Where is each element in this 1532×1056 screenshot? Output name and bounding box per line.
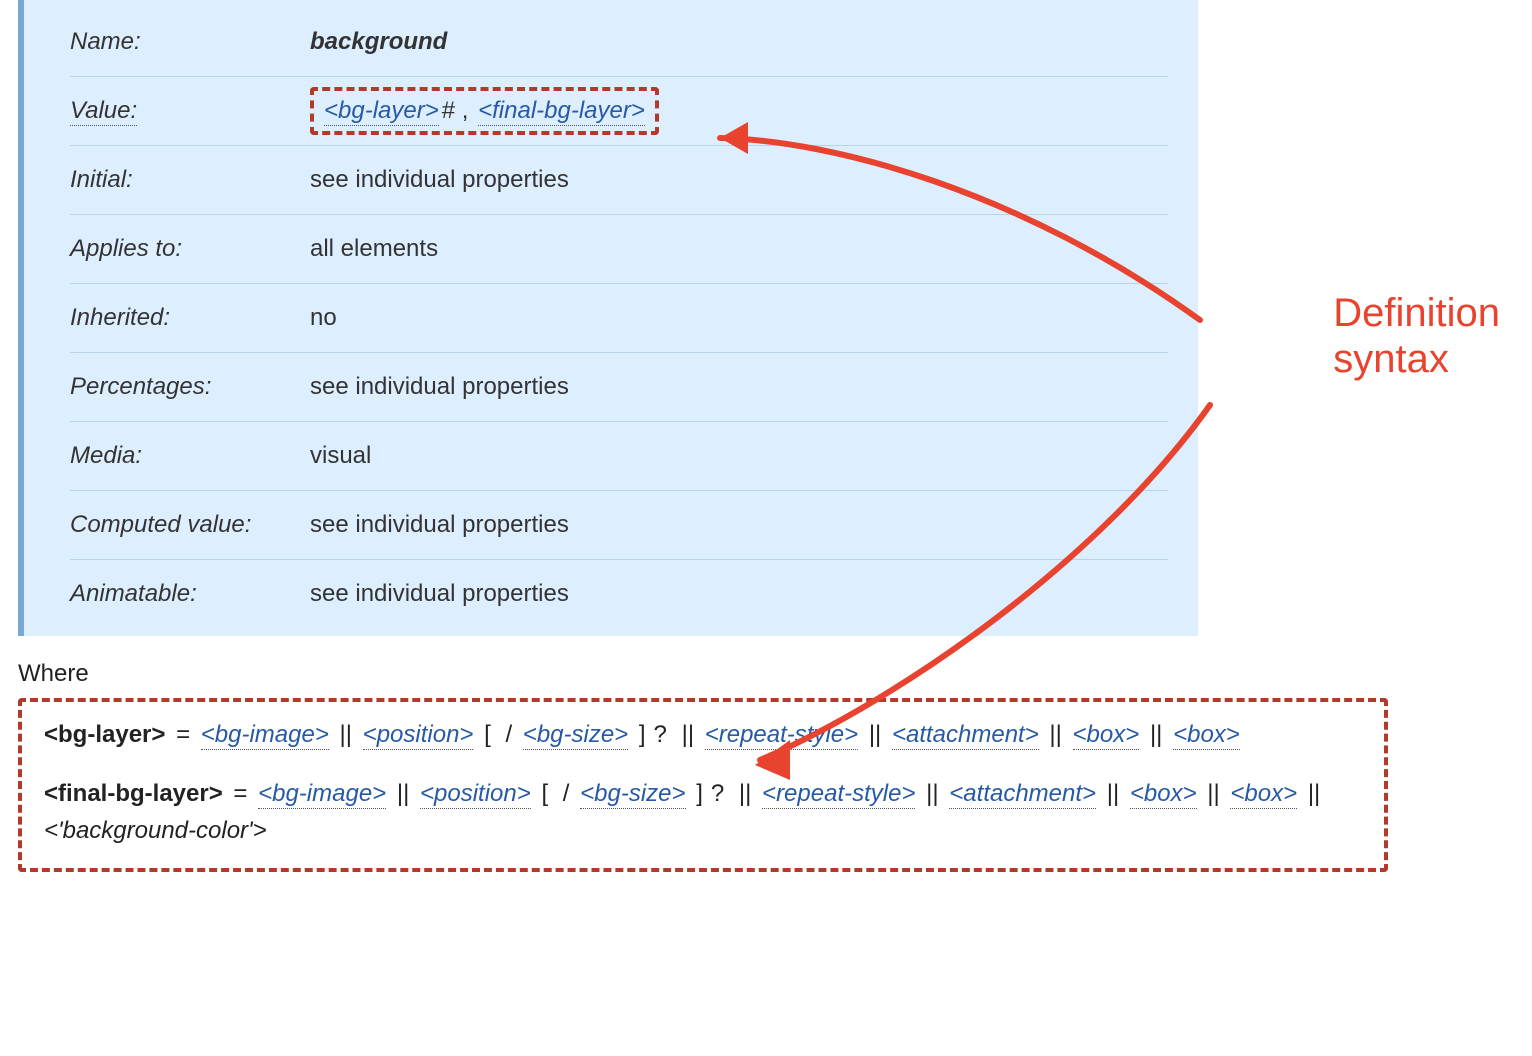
propdef-value: visual <box>310 442 1168 470</box>
propdef-label: Initial: <box>70 166 310 194</box>
propdef-value: see individual properties <box>310 511 1168 539</box>
propdef-row-computed-value: Computed value: see individual propertie… <box>70 490 1168 559</box>
propdef-value: see individual properties <box>310 373 1168 401</box>
syntax-link-box[interactable]: <box> <box>1073 721 1140 750</box>
where-line-bg-layer: <bg-layer> = <bg-image> || <position> [ … <box>44 716 1362 753</box>
propdef-row-media: Media: visual <box>70 421 1168 490</box>
syntax-link-box[interactable]: <box> <box>1173 721 1240 750</box>
syntax-link-attachment[interactable]: <attachment> <box>892 721 1039 750</box>
syntax-link-bg-size[interactable]: <bg-size> <box>523 721 628 750</box>
syntax-link-position[interactable]: <position> <box>363 721 474 750</box>
annotation-definition-syntax: Definition syntax <box>1333 290 1500 382</box>
property-definition-table: Name: background Value: <bg-layer># , <f… <box>18 0 1198 636</box>
syntax-link-box[interactable]: <box> <box>1230 780 1297 809</box>
propdef-row-applies-to: Applies to: all elements <box>70 214 1168 283</box>
where-lhs: <final-bg-layer> <box>44 780 223 807</box>
propdef-value: all elements <box>310 235 1168 263</box>
annotation-line2: syntax <box>1333 337 1449 381</box>
propdef-row-value: Value: <bg-layer># , <final-bg-layer> <box>70 76 1168 145</box>
propdef-value: no <box>310 304 1168 332</box>
syntax-link-bg-image[interactable]: <bg-image> <box>201 721 329 750</box>
propdef-label: Animatable: <box>70 580 310 608</box>
propdef-label: Computed value: <box>70 511 310 539</box>
propdef-row-percentages: Percentages: see individual properties <box>70 352 1168 421</box>
propdef-value-name: background <box>310 28 1168 56</box>
annotation-line1: Definition <box>1333 291 1500 335</box>
syntax-link-final-bg-layer[interactable]: <final-bg-layer> <box>478 97 645 126</box>
syntax-link-bg-image[interactable]: <bg-image> <box>258 780 386 809</box>
syntax-highlight-box: <bg-layer># , <final-bg-layer> <box>310 87 659 135</box>
syntax-link-bg-size[interactable]: <bg-size> <box>580 780 685 809</box>
propdef-value: see individual properties <box>310 580 1168 608</box>
where-heading: Where <box>18 660 1514 688</box>
propdef-row-animatable: Animatable: see individual properties <box>70 559 1168 628</box>
where-lhs: <bg-layer> <box>44 721 165 748</box>
syntax-link-position[interactable]: <position> <box>420 780 531 809</box>
propdef-label: Applies to: <box>70 235 310 263</box>
propdef-row-name: Name: background <box>70 8 1168 76</box>
syntax-text: # , <box>442 97 475 124</box>
propdef-label: Inherited: <box>70 304 310 332</box>
where-syntax-box: <bg-layer> = <bg-image> || <position> [ … <box>18 698 1388 872</box>
syntax-link-attachment[interactable]: <attachment> <box>949 780 1096 809</box>
propdef-value: see individual properties <box>310 166 1168 194</box>
propdef-row-inherited: Inherited: no <box>70 283 1168 352</box>
syntax-link-box[interactable]: <box> <box>1130 780 1197 809</box>
syntax-link-repeat-style[interactable]: <repeat-style> <box>762 780 915 809</box>
propdef-label: Value: <box>70 97 137 126</box>
syntax-link-bg-layer[interactable]: <bg-layer> <box>324 97 439 126</box>
propdef-row-initial: Initial: see individual properties <box>70 145 1168 214</box>
propdef-label: Name: <box>70 28 310 56</box>
propdef-label: Percentages: <box>70 373 310 401</box>
where-line-final-bg-layer: <final-bg-layer> = <bg-image> || <positi… <box>44 775 1362 849</box>
syntax-link-background-color[interactable]: <'background-color'> <box>44 817 267 844</box>
syntax-link-repeat-style[interactable]: <repeat-style> <box>705 721 858 750</box>
propdef-label: Media: <box>70 442 310 470</box>
